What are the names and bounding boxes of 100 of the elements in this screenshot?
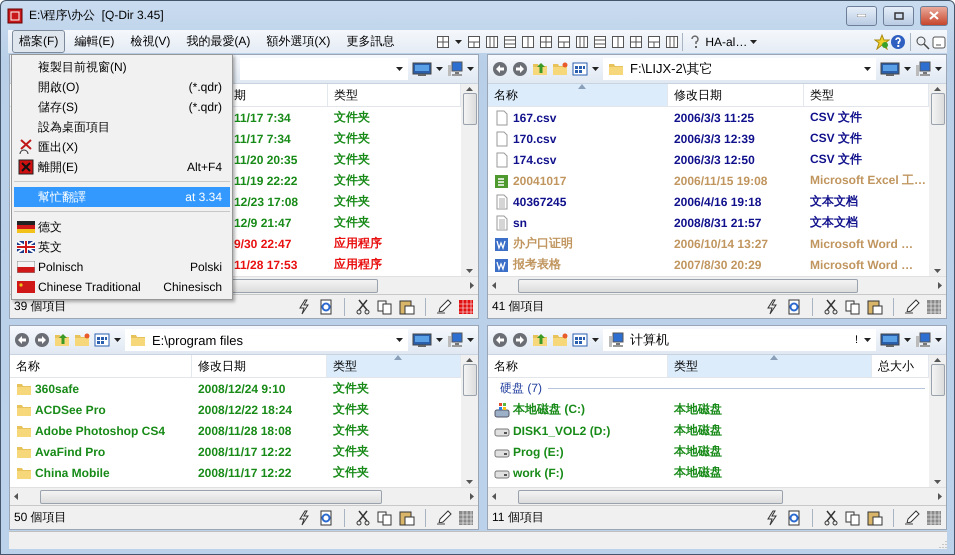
- file-name[interactable]: 167.csv: [513, 110, 556, 124]
- menu-item[interactable]: 匯出(X): [14, 137, 230, 157]
- computer-icon[interactable]: [915, 332, 931, 348]
- layout-icon[interactable]: [648, 36, 660, 48]
- menu-item[interactable]: 離開(E) Alt+F4: [14, 157, 230, 177]
- back-icon[interactable]: [14, 332, 30, 348]
- menu-item[interactable]: 英文: [14, 237, 230, 257]
- layout-icon[interactable]: [468, 36, 480, 48]
- monitor-icon[interactable]: [412, 332, 432, 348]
- address-field[interactable]: F:\LIJX-2\其它: [603, 58, 876, 80]
- computer-icon[interactable]: [447, 61, 463, 77]
- new-folder-icon[interactable]: [552, 332, 568, 348]
- scroll-thumb[interactable]: [930, 364, 944, 396]
- grid-icon[interactable]: [926, 510, 942, 526]
- file-name[interactable]: work (F:): [513, 466, 564, 480]
- help-icon[interactable]: [890, 34, 906, 50]
- menu-item[interactable]: Chinese Traditional Chinesisch: [14, 277, 230, 297]
- caret-icon[interactable]: [436, 67, 443, 71]
- scroll-down-icon[interactable]: [934, 269, 941, 273]
- pencil-icon[interactable]: [436, 298, 452, 314]
- caret-icon[interactable]: [904, 67, 911, 71]
- vertical-scrollbar[interactable]: [929, 355, 946, 487]
- folder-up-icon[interactable]: [532, 61, 548, 77]
- scroll-right-icon[interactable]: [938, 282, 942, 289]
- scroll-thumb[interactable]: [518, 490, 783, 504]
- folder-up-icon[interactable]: [532, 332, 548, 348]
- scroll-left-icon[interactable]: [492, 282, 496, 289]
- computer-icon[interactable]: [447, 332, 463, 348]
- folder-up-icon[interactable]: [54, 332, 70, 348]
- menu-item[interactable]: 我的最愛(A): [179, 30, 258, 53]
- maximize-button[interactable]: [883, 6, 914, 26]
- layout-icon[interactable]: [594, 36, 606, 48]
- column-header[interactable]: 类型: [668, 355, 872, 377]
- scroll-thumb[interactable]: [930, 93, 944, 125]
- layout-icon[interactable]: [612, 36, 624, 48]
- file-name[interactable]: sn: [513, 216, 528, 230]
- paste-icon[interactable]: [867, 298, 883, 314]
- grid-icon[interactable]: [458, 298, 474, 314]
- zoom-icon[interactable]: [915, 34, 931, 50]
- new-folder-icon[interactable]: [552, 61, 568, 77]
- vertical-scrollbar[interactable]: [461, 355, 478, 487]
- scroll-down-icon[interactable]: [934, 480, 941, 484]
- scissors-icon[interactable]: [355, 298, 371, 314]
- menu-item[interactable]: 德文: [14, 217, 230, 237]
- minimize-icon[interactable]: [857, 14, 866, 17]
- monitor-icon[interactable]: [412, 61, 432, 77]
- forward-icon[interactable]: [512, 61, 528, 77]
- minimize-button[interactable]: [846, 6, 877, 26]
- file-name[interactable]: AvaFind Pro: [35, 444, 106, 458]
- lightning-icon[interactable]: [296, 510, 312, 526]
- caret-icon[interactable]: [455, 40, 462, 44]
- new-folder-icon[interactable]: [74, 332, 90, 348]
- scroll-left-icon[interactable]: [492, 493, 496, 500]
- caret-icon[interactable]: [592, 67, 599, 71]
- file-name[interactable]: Adobe Photoshop CS4: [35, 424, 165, 438]
- caret-icon[interactable]: [864, 67, 871, 71]
- caret-icon[interactable]: [904, 338, 911, 342]
- horizontal-scrollbar[interactable]: [488, 487, 946, 505]
- vertical-scrollbar[interactable]: [461, 84, 478, 276]
- group-header[interactable]: 硬盘 (7): [488, 380, 548, 397]
- scroll-thumb[interactable]: [462, 93, 476, 125]
- horizontal-scrollbar[interactable]: [10, 487, 478, 505]
- maximize-icon[interactable]: [894, 12, 904, 20]
- view-grid-icon[interactable]: [572, 332, 588, 348]
- monitor-icon[interactable]: [880, 61, 900, 77]
- file-name[interactable]: DISK1_VOL2 (D:): [513, 424, 610, 438]
- column-header[interactable]: 类型: [327, 355, 461, 377]
- scroll-up-icon[interactable]: [934, 87, 941, 91]
- address-field[interactable]: 计算机 !: [603, 329, 876, 351]
- scroll-up-icon[interactable]: [466, 87, 473, 91]
- address-field[interactable]: E:\program files: [125, 329, 408, 351]
- lightning-icon[interactable]: [296, 298, 312, 314]
- caret-icon[interactable]: [592, 338, 599, 342]
- layout-icon[interactable]: [666, 36, 678, 48]
- layout-icon[interactable]: [486, 36, 498, 48]
- scroll-right-icon[interactable]: [470, 493, 474, 500]
- file-name[interactable]: ACDSee Pro: [35, 402, 106, 416]
- close-button[interactable]: [920, 6, 948, 26]
- paste-icon[interactable]: [399, 510, 415, 526]
- caret-icon[interactable]: [396, 338, 403, 342]
- computer-icon[interactable]: [915, 61, 931, 77]
- file-name[interactable]: 174.csv: [513, 152, 556, 166]
- menu-item[interactable]: 設為桌面項目: [14, 117, 230, 137]
- caret-icon[interactable]: [935, 338, 942, 342]
- scissors-icon[interactable]: [355, 510, 371, 526]
- scroll-right-icon[interactable]: [470, 282, 474, 289]
- file-name[interactable]: Prog (E:): [513, 444, 564, 458]
- horizontal-scrollbar[interactable]: [488, 276, 946, 294]
- file-name[interactable]: 本地磁盘 (C:): [513, 401, 585, 418]
- refresh-icon[interactable]: [318, 510, 334, 526]
- scissors-icon[interactable]: [823, 510, 839, 526]
- scroll-right-icon[interactable]: [938, 493, 942, 500]
- menu-item[interactable]: 儲存(S) (*.qdr): [14, 97, 230, 117]
- lightning-icon[interactable]: [764, 510, 780, 526]
- pencil-icon[interactable]: [904, 298, 920, 314]
- refresh-icon[interactable]: [318, 298, 334, 314]
- profile-dropdown[interactable]: HA-al…: [703, 34, 760, 48]
- forward-icon[interactable]: [512, 332, 528, 348]
- caret-icon[interactable]: [396, 67, 403, 71]
- layout-icon[interactable]: [558, 36, 570, 48]
